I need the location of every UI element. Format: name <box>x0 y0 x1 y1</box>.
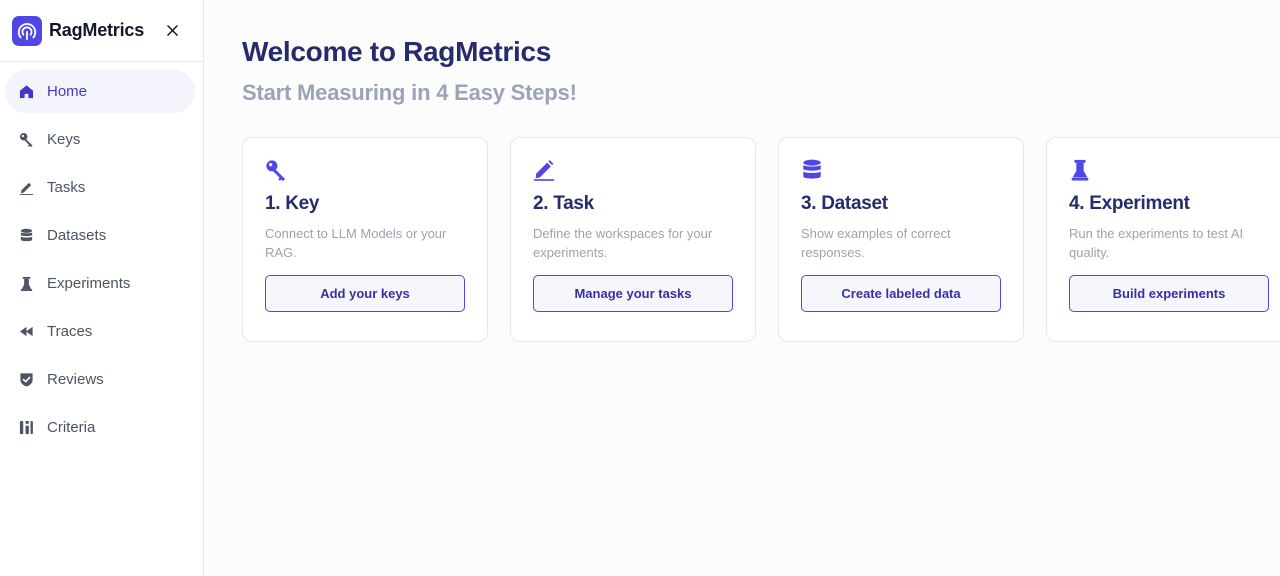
step-card-experiment: 4. Experiment Run the experiments to tes… <box>1046 137 1280 342</box>
sidebar-item-datasets[interactable]: Datasets <box>5 213 195 257</box>
sidebar: RagMetrics Home Keys Tasks Datasets Expe… <box>0 0 204 576</box>
sidebar-item-label: Tasks <box>47 178 86 196</box>
close-icon[interactable] <box>162 20 182 40</box>
sidebar-nav: Home Keys Tasks Datasets Experiments Tra… <box>0 62 203 449</box>
sidebar-item-tasks[interactable]: Tasks <box>5 165 195 209</box>
sidebar-item-home[interactable]: Home <box>5 69 195 113</box>
home-icon <box>18 83 34 99</box>
build-experiments-button[interactable]: Build experiments <box>1069 275 1269 312</box>
sidebar-item-label: Traces <box>47 322 93 340</box>
sidebar-item-label: Datasets <box>47 226 107 244</box>
pencil-icon <box>533 158 557 182</box>
sidebar-item-experiments[interactable]: Experiments <box>5 261 195 305</box>
sidebar-item-label: Home <box>47 82 88 100</box>
sidebar-item-label: Experiments <box>47 274 131 292</box>
sidebar-item-label: Criteria <box>47 418 96 436</box>
brand-name[interactable]: RagMetrics <box>49 20 144 41</box>
step-card-task: 2. Task Define the workspaces for your e… <box>510 137 756 342</box>
sidebar-item-reviews[interactable]: Reviews <box>5 357 195 401</box>
radar-logo-icon[interactable] <box>12 15 42 46</box>
sidebar-item-label: Keys <box>47 130 81 148</box>
steps-cards: 1. Key Connect to LLM Models or your RAG… <box>242 137 1280 342</box>
sidebar-item-criteria[interactable]: Criteria <box>5 405 195 449</box>
sidebar-item-traces[interactable]: Traces <box>5 309 195 353</box>
create-labeled-data-button[interactable]: Create labeled data <box>801 275 1001 312</box>
sidebar-item-label: Reviews <box>47 370 104 388</box>
card-description: Show examples of correct responses. <box>801 226 951 260</box>
rewind-icon <box>18 323 34 339</box>
database-icon <box>18 227 34 243</box>
sidebar-item-keys[interactable]: Keys <box>5 117 195 161</box>
flask-icon <box>1069 158 1093 182</box>
card-description: Define the workspaces for your experimen… <box>533 226 713 260</box>
key-icon <box>18 131 34 147</box>
brand-header: RagMetrics <box>0 0 203 62</box>
shield-check-icon <box>18 371 34 387</box>
database-icon <box>801 158 825 182</box>
pencil-icon <box>18 179 34 195</box>
step-card-key: 1. Key Connect to LLM Models or your RAG… <box>242 137 488 342</box>
card-description: Run the experiments to test AI quality. <box>1069 226 1244 260</box>
add-keys-button[interactable]: Add your keys <box>265 275 465 312</box>
card-title: 3. Dataset <box>801 193 888 214</box>
flask-icon <box>18 275 34 291</box>
card-title: 1. Key <box>265 193 320 214</box>
card-title: 4. Experiment <box>1069 193 1190 214</box>
page-title: Welcome to RagMetrics <box>242 36 552 67</box>
page-subtitle: Start Measuring in 4 Easy Steps! <box>242 80 577 105</box>
card-description: Connect to LLM Models or your RAG. <box>265 226 447 260</box>
app-root: RagMetrics Home Keys Tasks Datasets Expe… <box>0 0 1280 576</box>
card-title: 2. Task <box>533 193 594 214</box>
main-content: Welcome to RagMetrics Start Measuring in… <box>204 0 1280 576</box>
criteria-icon <box>18 419 34 435</box>
manage-tasks-button[interactable]: Manage your tasks <box>533 275 733 312</box>
key-icon <box>265 158 289 182</box>
step-card-dataset: 3. Dataset Show examples of correct resp… <box>778 137 1024 342</box>
